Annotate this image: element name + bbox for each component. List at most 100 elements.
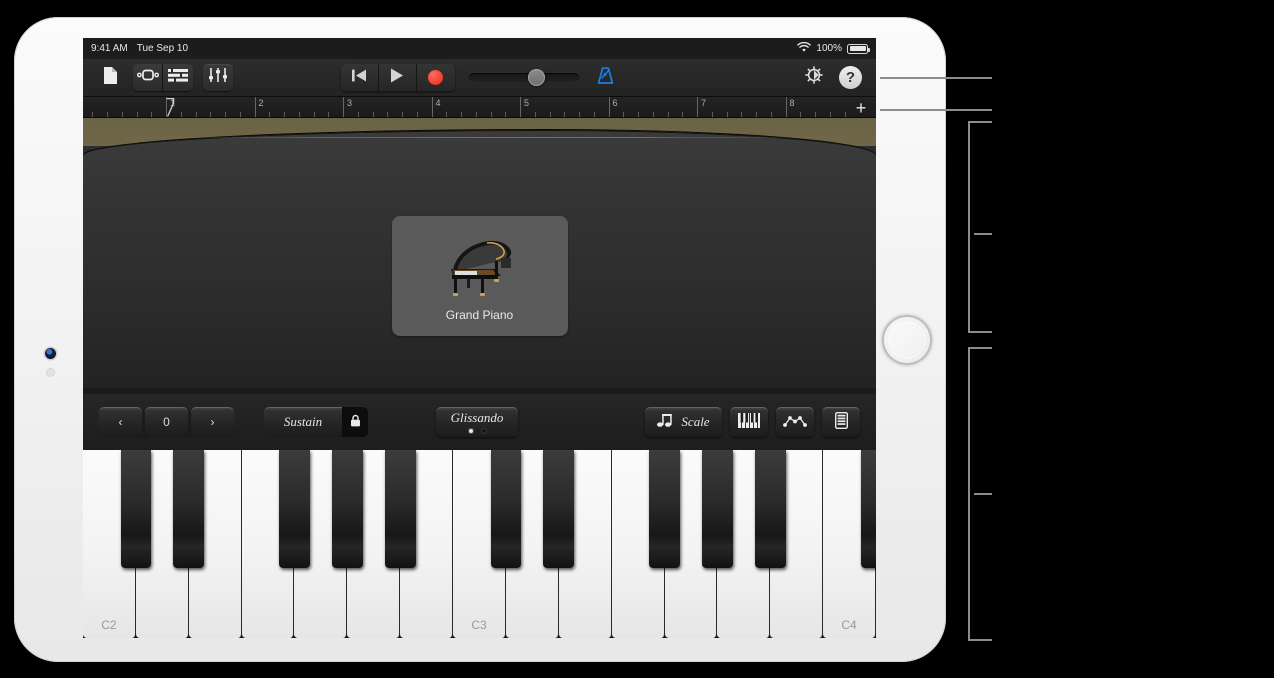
glissando-mode-dots[interactable] xyxy=(467,428,487,434)
ruler-tick xyxy=(328,112,330,117)
ruler-tick xyxy=(623,112,625,117)
callout-instrument-area xyxy=(968,121,992,333)
sustain-button[interactable]: Sustain xyxy=(264,407,342,437)
metronome-button[interactable] xyxy=(593,64,619,91)
timeline-ruler[interactable]: 12345678 + xyxy=(83,97,876,118)
playhead[interactable] xyxy=(166,97,177,117)
view-switch-segmented xyxy=(133,64,193,91)
ruler-tick xyxy=(756,112,757,117)
add-section-button[interactable]: + xyxy=(850,97,872,117)
callout-instrument-tick xyxy=(974,233,992,235)
black-key[interactable] xyxy=(332,450,363,568)
sustain-lock-button[interactable] xyxy=(342,407,368,437)
ruler-tick xyxy=(269,112,271,117)
ipad-device-frame: 9:41 AM Tue Sep 10 100% ? 1 2 3 4 5 6 7 … xyxy=(14,17,946,662)
play-button[interactable] xyxy=(378,64,417,91)
black-key[interactable] xyxy=(173,450,205,568)
track-controls-button[interactable] xyxy=(203,64,233,91)
instrument-area: Grand Piano xyxy=(83,118,876,388)
sustain-label: Sustain xyxy=(283,414,323,429)
ruler-tick xyxy=(387,112,389,117)
callout-keyboard-tick xyxy=(974,493,992,495)
ruler-bar-number: 3 xyxy=(347,98,353,108)
ruler-tick xyxy=(564,112,566,117)
front-camera-icon xyxy=(45,348,56,359)
black-key[interactable] xyxy=(860,450,876,568)
battery-full-icon xyxy=(847,43,870,54)
black-key[interactable] xyxy=(543,450,575,568)
octave-up-button[interactable]: › xyxy=(191,407,234,437)
ruler-bar-mark: 5 xyxy=(520,97,529,117)
ruler-tick xyxy=(402,112,403,117)
rewind-button[interactable] xyxy=(340,64,379,91)
scale-button[interactable]: Scale xyxy=(645,407,722,437)
wifi-icon xyxy=(797,41,812,56)
instrument-view-button[interactable] xyxy=(133,64,163,91)
record-button[interactable] xyxy=(416,64,455,91)
my-songs-button[interactable] xyxy=(97,64,123,91)
ruler-bar-mark: 7 xyxy=(697,97,706,117)
keyboard-size-button[interactable] xyxy=(730,407,768,437)
battery-percent: 100% xyxy=(816,43,842,54)
instrument-card[interactable]: Grand Piano xyxy=(391,216,568,336)
chevron-left-icon: ‹ xyxy=(118,415,123,429)
ruler-tick xyxy=(741,112,743,117)
black-key[interactable] xyxy=(649,450,680,568)
keyboard-options-group: Scale xyxy=(645,407,860,437)
ruler-tick xyxy=(770,112,772,117)
instrument-card-label: Grand Piano xyxy=(445,307,514,322)
question-mark-icon: ? xyxy=(845,69,856,86)
octave-down-button[interactable]: ‹ xyxy=(99,407,142,437)
piano-keyboard[interactable]: C2 C3 C4 xyxy=(83,450,876,638)
master-volume-slider[interactable] xyxy=(468,69,579,86)
ruler-tick xyxy=(638,112,639,117)
app-screen: 9:41 AM Tue Sep 10 100% ? 1 2 3 4 5 6 7 … xyxy=(83,38,876,638)
tracks-view-icon xyxy=(168,68,188,87)
ruler-bar-number: 4 xyxy=(435,98,441,108)
glissando-mode-dot-1[interactable] xyxy=(467,428,474,434)
arpeggiator-icon xyxy=(783,415,807,430)
ruler-tick xyxy=(446,112,448,117)
help-button[interactable]: ? xyxy=(839,66,862,89)
piano-keys-icon xyxy=(738,413,760,431)
glissando-mode-dot-2[interactable] xyxy=(480,428,487,434)
ruler-tick xyxy=(800,112,802,117)
keyboard-control-bar: ‹ 0 › Sustain Glissando Scale xyxy=(83,394,876,450)
ruler-bar-mark: 6 xyxy=(608,97,618,117)
ruler-tick xyxy=(239,112,241,117)
octave-stepper: ‹ 0 › xyxy=(99,407,234,437)
glissando-button[interactable]: Glissando xyxy=(436,407,518,437)
document-icon xyxy=(103,66,118,90)
status-bar: 9:41 AM Tue Sep 10 100% xyxy=(83,38,876,59)
ruler-bar-mark: 3 xyxy=(343,97,352,117)
volume-slider-knob[interactable] xyxy=(528,69,546,86)
keyboard-layout-button[interactable] xyxy=(822,407,860,437)
ruler-bar-number: 6 xyxy=(612,98,618,108)
black-key[interactable] xyxy=(702,450,733,568)
black-key[interactable] xyxy=(384,450,416,568)
ruler-tick xyxy=(726,112,728,117)
black-key[interactable] xyxy=(490,450,522,568)
ambient-sensor-icon xyxy=(47,369,54,376)
ruler-bar-mark: 2 xyxy=(254,97,264,117)
black-key[interactable] xyxy=(754,450,786,568)
ruler-bar-mark: 4 xyxy=(431,97,441,117)
grand-piano-icon xyxy=(441,231,519,304)
ruler-tick xyxy=(815,112,816,117)
ruler-tick xyxy=(313,112,315,117)
ruler-tick xyxy=(534,112,536,117)
ruler-tick xyxy=(357,112,359,117)
black-key[interactable] xyxy=(279,450,310,568)
glissando-label: Glissando xyxy=(450,410,504,425)
black-key[interactable] xyxy=(120,450,152,568)
gear-icon xyxy=(804,65,824,90)
ruler-tick xyxy=(711,112,713,117)
tracks-view-button[interactable] xyxy=(163,64,193,91)
home-button[interactable] xyxy=(882,314,932,365)
arpeggiator-button[interactable] xyxy=(776,407,814,437)
ruler-tick xyxy=(829,112,831,117)
settings-button[interactable] xyxy=(801,64,827,91)
scale-label: Scale xyxy=(681,414,710,429)
metronome-icon xyxy=(596,66,615,90)
ruler-bar-number: 7 xyxy=(701,98,707,108)
